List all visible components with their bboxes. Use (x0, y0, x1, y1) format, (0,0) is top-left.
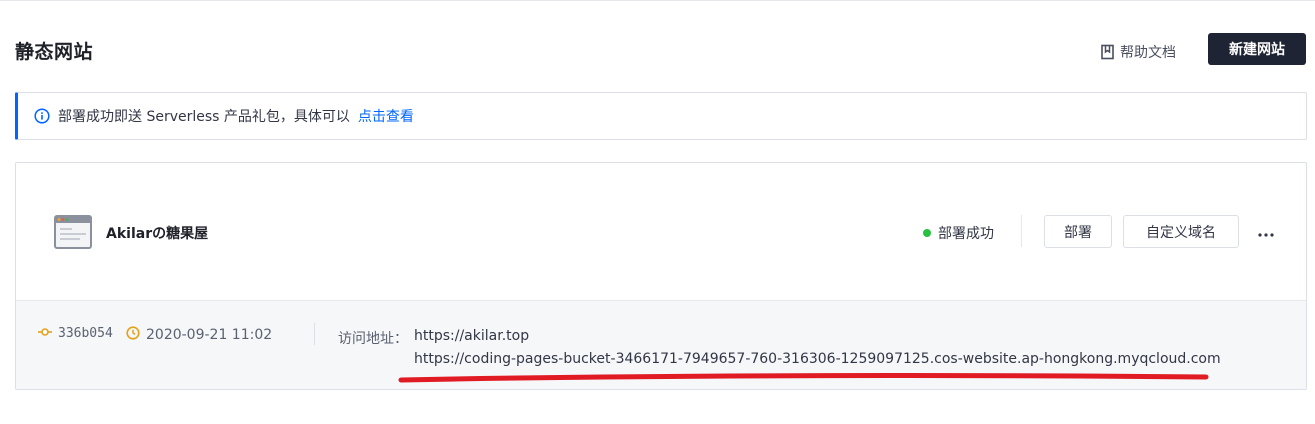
browser-window-icon (54, 215, 92, 253)
divider (1021, 215, 1022, 247)
page-title: 静态网站 (15, 41, 94, 63)
deploy-status: 部署成功 (923, 223, 994, 243)
divider (314, 323, 315, 345)
commit-info: 336b054 (38, 326, 113, 341)
site-url-primary[interactable]: https://akilar.top (414, 328, 529, 344)
notice-banner: 部署成功即送 Serverless 产品礼包，具体可以 点击查看 (15, 92, 1307, 140)
url-label: 访问地址： (338, 331, 408, 347)
site-name[interactable]: Akilarの糖果屋 (106, 223, 208, 243)
more-horizontal-icon (1258, 222, 1274, 241)
site-card-header: Akilarの糖果屋 部署成功 部署 自定义域名 (16, 163, 1306, 300)
custom-domain-button[interactable]: 自定义域名 (1123, 215, 1239, 248)
status-label: 部署成功 (938, 226, 994, 242)
more-button[interactable] (1256, 221, 1276, 241)
book-icon (1100, 44, 1115, 60)
help-docs-link[interactable]: 帮助文档 (1100, 42, 1176, 62)
commit-hash[interactable]: 336b054 (58, 326, 113, 341)
info-circle-icon (34, 108, 50, 124)
site-url-default[interactable]: https://coding-pages-bucket-3466171-7949… (414, 351, 1221, 367)
site-card: Akilarの糖果屋 部署成功 部署 自定义域名 336b054 2020-09… (15, 162, 1307, 390)
deploy-time: 2020-09-21 11:02 (126, 326, 272, 344)
site-card-details: 336b054 2020-09-21 11:02 访问地址： https://a… (16, 300, 1306, 389)
new-site-button[interactable]: 新建网站 (1208, 33, 1306, 65)
clock-icon (126, 326, 140, 344)
notice-view-link[interactable]: 点击查看 (358, 106, 414, 126)
git-commit-icon (38, 326, 52, 341)
deploy-time-value: 2020-09-21 11:02 (146, 327, 273, 343)
top-divider (0, 0, 1315, 1)
deploy-button[interactable]: 部署 (1044, 215, 1112, 248)
help-docs-label: 帮助文档 (1120, 45, 1176, 61)
status-dot-icon (923, 229, 931, 237)
notice-text: 部署成功即送 Serverless 产品礼包，具体可以 (58, 109, 350, 125)
